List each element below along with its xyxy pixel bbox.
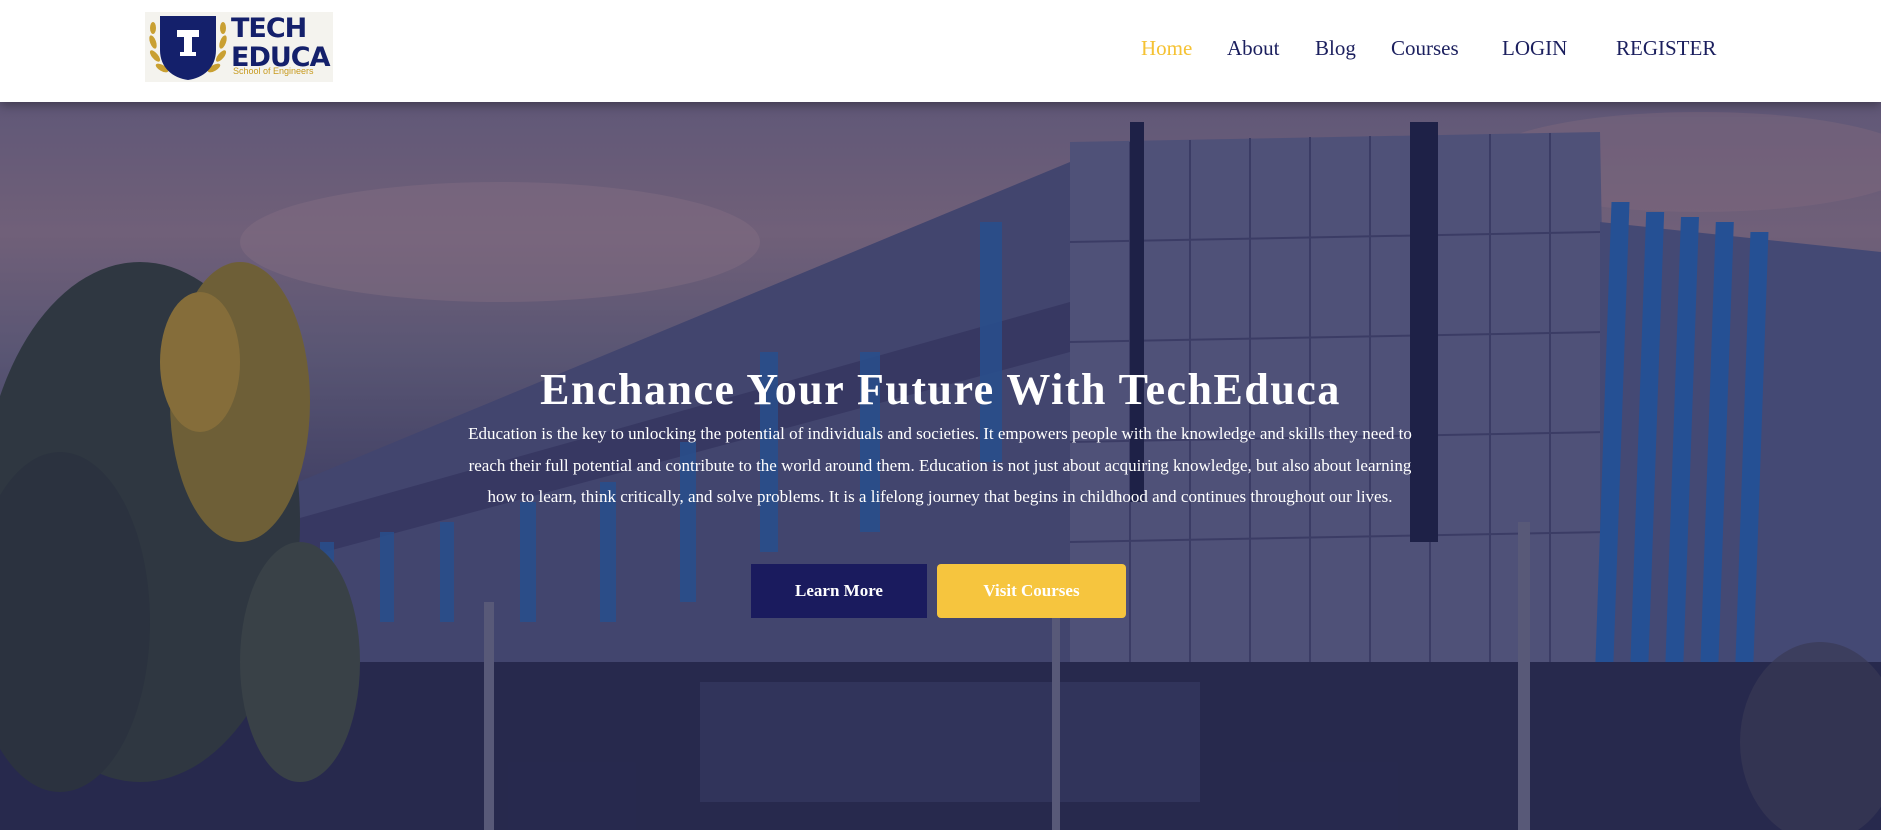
nav-register[interactable]: REGISTER: [1616, 36, 1716, 61]
logo-tagline: School of Engineers: [233, 66, 314, 76]
nav-blog[interactable]: Blog: [1315, 36, 1356, 61]
hero-section: Enchance Your Future With TechEduca Educ…: [0, 102, 1881, 830]
nav-about[interactable]: About: [1227, 36, 1280, 61]
nav-home[interactable]: Home: [1141, 36, 1192, 61]
hero-title: Enchance Your Future With TechEduca: [540, 365, 1341, 414]
main-nav: Home About Blog Courses LOGIN REGISTER: [0, 36, 1881, 60]
site-header: TECH EDUCA School of Engineers Home Abou…: [0, 0, 1881, 102]
nav-courses[interactable]: Courses: [1391, 36, 1459, 61]
learn-more-button[interactable]: Learn More: [751, 564, 927, 618]
nav-login[interactable]: LOGIN: [1502, 36, 1567, 61]
hero-description: Education is the key to unlocking the po…: [468, 424, 1412, 506]
visit-courses-button[interactable]: Visit Courses: [937, 564, 1126, 618]
